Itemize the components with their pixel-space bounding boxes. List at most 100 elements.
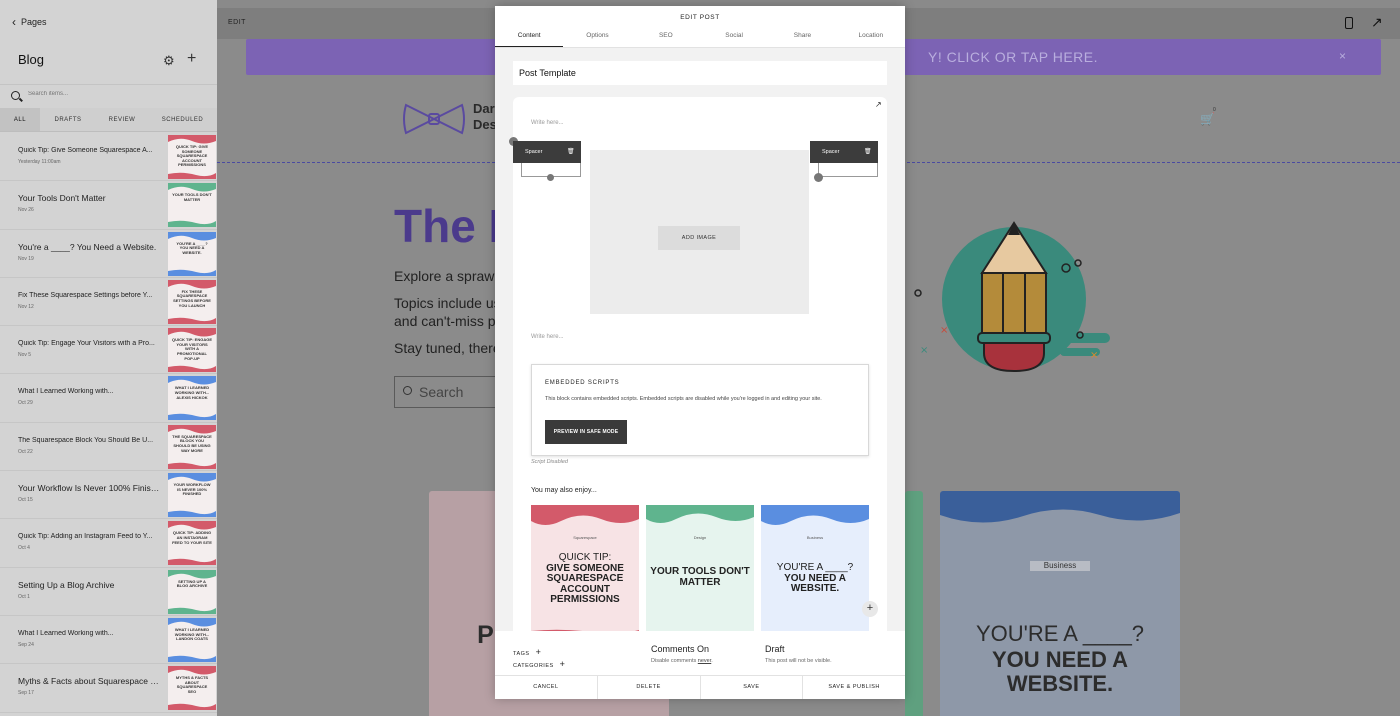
post-list-item[interactable]: What I Learned Working with... Sep 24 WHAT… (0, 616, 217, 665)
tab-social[interactable]: Social (700, 26, 768, 47)
close-icon[interactable]: × (1339, 49, 1346, 63)
filter-tabs: ALL DRAFTS REVIEW SCHEDULED (0, 108, 217, 132)
cancel-button[interactable]: CANCEL (495, 676, 598, 699)
post-title: Quick Tip: Adding an Instagram Feed to Y… (18, 533, 153, 541)
tab-all[interactable]: ALL (0, 108, 40, 131)
publish-status[interactable]: Draft (765, 644, 785, 654)
modal-body: ↗ Write here... Spacer 🗑 ADD IMAGE Space… (495, 48, 905, 631)
post-list-item[interactable]: Quick Tip: Engage Your Visitors with a P… (0, 326, 217, 375)
post-thumbnail: YOU'RE A ____? YOU NEED A WEBSITE. (168, 231, 216, 276)
add-block-button[interactable]: + (862, 601, 878, 617)
svg-text:×: × (940, 325, 948, 336)
edit-mode-label: EDIT (228, 19, 246, 26)
tab-scheduled[interactable]: SCHEDULED (148, 108, 217, 131)
tab-content[interactable]: Content (495, 26, 564, 47)
preview-safe-mode-button[interactable]: PREVIEW IN SAFE MODE (545, 420, 627, 444)
wave-decoration (168, 365, 216, 373)
site-search-box[interactable]: Search (394, 376, 504, 408)
trash-icon[interactable]: 🗑 (864, 148, 872, 155)
post-thumbnail: WHAT I LEARNED WORKING WITH... ALEXIS HI… (168, 376, 216, 421)
post-thumbnail: YOUR TOOLS DON'T MATTER (168, 183, 216, 228)
search-input[interactable] (28, 91, 208, 97)
post-title: The Squarespace Block You Should Be U... (18, 436, 154, 444)
post-thumbnail-text: QUICK TIP: ADDING AN INSTAGRAM FEED TO Y… (172, 530, 212, 545)
gear-icon[interactable]: ⚙ (163, 53, 175, 69)
post-thumbnail-text: WHAT I LEARNED WORKING WITH... ALEXIS HI… (174, 385, 210, 400)
add-post-button[interactable]: + (187, 50, 196, 68)
add-image-button[interactable]: ADD IMAGE (658, 226, 740, 250)
post-list-item[interactable]: Your Tools Don't Matter Nov 26 YOUR TOOLS … (0, 181, 217, 230)
post-date: Oct 1 (18, 593, 30, 600)
hero-text-1: Explore a sprawli (394, 268, 501, 284)
bowtie-logo-icon (403, 103, 465, 135)
post-title: Quick Tip: Engage Your Visitors with a P… (18, 340, 155, 348)
sidebar-search (0, 84, 217, 108)
image-block[interactable]: ADD IMAGE (590, 150, 809, 314)
wave-decoration (168, 221, 216, 228)
pages-sidebar: ‹ Pages Blog ⚙ + ALL DRAFTS REVIEW SCHED… (0, 0, 217, 716)
post-list-item[interactable]: Fix These Squarespace Settings before Y.… (0, 278, 217, 327)
embed-heading: EMBEDDED SCRIPTS (545, 380, 620, 386)
post-content-editor[interactable]: ↗ Write here... Spacer 🗑 ADD IMAGE Space… (509, 97, 887, 631)
related-post-card[interactable]: Business YOU'RE A ____? YOU NEED A WEBSI… (761, 505, 869, 631)
blog-card-3-line2: YOU NEED A WEBSITE. (991, 647, 1129, 697)
tags-field[interactable]: TAGS + (513, 647, 541, 657)
post-list-item[interactable]: Setting Up a Blog Archive Oct 1 SETTING UP… (0, 568, 217, 616)
blog-card-2[interactable] (905, 491, 923, 716)
post-date: Yesterday 11:00am (18, 159, 61, 165)
add-category-icon[interactable]: + (560, 659, 566, 669)
post-list-item[interactable]: What I Learned Working with... Oct 29 WHAT… (0, 374, 217, 423)
blog-card-3-category: Business (1030, 561, 1090, 571)
post-list-item[interactable]: You're a ____? You Need a Website. Nov 19… (0, 230, 217, 278)
save-publish-button[interactable]: SAVE & PUBLISH (803, 676, 905, 699)
related-post-card[interactable]: Design YOUR TOOLS DON'T MATTER (646, 505, 754, 631)
post-date: Oct 29 (18, 400, 33, 407)
post-title-input[interactable] (513, 61, 887, 85)
categories-field[interactable]: CATEGORIES + (513, 659, 565, 669)
script-disabled-caption: Script Disabled (531, 459, 568, 465)
post-thumbnail-text: MYTHS & FACTS ABOUT SQUARESPACE SEO (175, 675, 209, 695)
resize-handle[interactable] (814, 173, 823, 182)
tab-location[interactable]: Location (837, 26, 905, 47)
post-title: What I Learned Working with... (18, 388, 114, 396)
post-list-item[interactable]: Quick Tip: Give Someone Squarespace A...… (0, 133, 217, 182)
resize-handle[interactable] (547, 174, 554, 181)
mobile-preview-icon[interactable] (1345, 17, 1353, 29)
back-to-pages-link[interactable]: ‹ Pages (12, 16, 47, 28)
post-title: Fix These Squarespace Settings before Y.… (18, 291, 153, 299)
spacer-block-right[interactable]: Spacer 🗑 (810, 141, 878, 163)
add-tag-icon[interactable]: + (536, 647, 542, 657)
blog-card-3[interactable]: Business YOU'RE A ____? YOU NEED A WEBSI… (940, 491, 1180, 716)
tab-share[interactable]: Share (768, 26, 836, 47)
post-list-item[interactable]: Your Workflow Is Never 100% Finished Oct … (0, 471, 217, 520)
publish-status-note: This post will not be visible. (765, 658, 832, 664)
fullscreen-icon[interactable]: ↗ (1371, 14, 1383, 31)
related-post-card[interactable]: Squarespace QUICK TIP: GIVE SOMEONE SQUA… (531, 505, 639, 631)
trash-icon[interactable]: 🗑 (567, 148, 575, 155)
spacer-label: Spacer (525, 149, 543, 155)
post-thumbnail: MYTHS & FACTS ABOUT SQUARESPACE SEO (168, 666, 216, 711)
tab-review[interactable]: REVIEW (96, 108, 148, 131)
tab-drafts[interactable]: DRAFTS (40, 108, 96, 131)
tab-options[interactable]: Options (563, 26, 631, 47)
text-block-placeholder[interactable]: Write here... (531, 120, 564, 126)
delete-button[interactable]: DELETE (598, 676, 701, 699)
post-date: Oct 22 (18, 448, 33, 455)
embed-description: This block contains embedded scripts. Em… (545, 396, 822, 402)
post-meta-bar: TAGS + CATEGORIES + Comments On Disable co… (495, 638, 905, 674)
hero-text-2: Topics include us (394, 295, 501, 311)
spacer-block-left[interactable]: Spacer 🗑 (513, 141, 581, 163)
post-list-item[interactable]: Quick Tip: Adding an Instagram Feed to Y… (0, 519, 217, 568)
pencil-illustration-icon: × × × (914, 221, 1110, 373)
hero-text-3: and can't-miss pr (394, 313, 501, 329)
cart-icon[interactable]: 🛒 (1200, 112, 1215, 126)
post-list-item[interactable]: The Squarespace Block You Should Be U...… (0, 423, 217, 472)
comments-disable-link[interactable]: never (698, 658, 711, 664)
tab-seo[interactable]: SEO (632, 26, 700, 47)
save-button[interactable]: SAVE (701, 676, 804, 699)
expand-icon[interactable]: ↗ (875, 100, 882, 109)
post-list-item[interactable]: Myths & Facts about Squarespace SEO Sep 1… (0, 664, 217, 713)
text-block-placeholder[interactable]: Write here... (531, 334, 564, 340)
comments-status[interactable]: Comments On (651, 644, 709, 654)
wave-decoration (531, 629, 639, 631)
